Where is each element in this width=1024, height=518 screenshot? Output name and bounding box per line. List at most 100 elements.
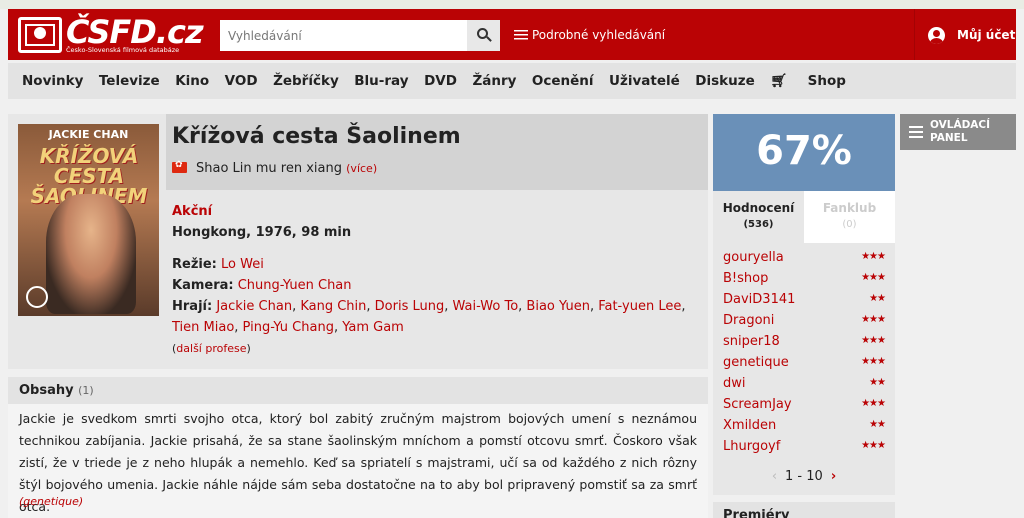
user-link[interactable]: genetique bbox=[723, 355, 789, 370]
pager-range: 1 - 10 bbox=[785, 469, 823, 484]
nav-item-dvd[interactable]: DVD bbox=[424, 73, 457, 89]
rating-row: B!shop ★★★ bbox=[723, 271, 886, 292]
control-panel-label: OVLÁDACÍ PANEL bbox=[930, 119, 991, 144]
nav-item-televize[interactable]: Televize bbox=[99, 73, 160, 89]
advanced-search-label: Podrobné vyhledávání bbox=[532, 28, 666, 42]
plot-author-link[interactable]: (genetique) bbox=[19, 495, 83, 508]
menu-icon bbox=[909, 126, 923, 138]
stars-icon: ★★★ bbox=[861, 251, 886, 262]
rating-row: dwi ★★ bbox=[723, 376, 886, 397]
user-link[interactable]: sniper18 bbox=[723, 334, 780, 349]
more-professions-link[interactable]: další profese bbox=[176, 342, 246, 355]
cast-link[interactable]: Jackie Chan bbox=[216, 299, 292, 314]
plot-count: (1) bbox=[78, 384, 94, 397]
movie-poster[interactable]: JACKIE CHAN KŘÍŽOVÁ CESTA ŠAOLINEM bbox=[18, 124, 159, 316]
camera-link[interactable]: Chung-Yuen Chan bbox=[238, 278, 352, 293]
account-label: Můj účet bbox=[957, 28, 1016, 42]
ratings-list: gouryella ★★★ B!shop ★★★ DaviD3141 ★★ Drago… bbox=[713, 243, 895, 495]
fanclub-count: (0) bbox=[842, 219, 857, 230]
more-titles-link[interactable]: (více) bbox=[346, 162, 377, 175]
rating-row: Lhurgoyf ★★★ bbox=[723, 439, 886, 460]
user-link[interactable]: DaviD3141 bbox=[723, 292, 795, 307]
tab-fanclub[interactable]: Fanklub (0) bbox=[804, 191, 895, 243]
account-button[interactable]: Můj účet bbox=[914, 9, 1016, 60]
original-title: Shao Lin mu ren xiang (více) bbox=[172, 160, 377, 176]
site-logo[interactable]: ČSFD.cz Česko-Slovenská filmová databáze bbox=[18, 13, 204, 55]
chevron-right-icon[interactable]: › bbox=[831, 469, 836, 484]
stars-icon: ★★ bbox=[869, 377, 886, 388]
rating-percent: 67% bbox=[756, 128, 852, 174]
origin-info: Hongkong, 1976, 98 min bbox=[172, 225, 352, 240]
tab-ratings[interactable]: Hodnocení (536) bbox=[713, 191, 804, 243]
plot-heading: Obsahy (1) bbox=[8, 377, 708, 404]
user-link[interactable]: dwi bbox=[723, 376, 746, 391]
stars-icon: ★★★ bbox=[861, 356, 886, 367]
user-link[interactable]: Dragoni bbox=[723, 313, 774, 328]
rating-row: ScreamJay ★★★ bbox=[723, 397, 886, 418]
nav-item-diskuze[interactable]: Diskuze bbox=[695, 73, 754, 89]
nav-item-novinky[interactable]: Novinky bbox=[22, 73, 83, 89]
stars-icon: ★★★ bbox=[861, 335, 886, 346]
cast-link[interactable]: Yam Gam bbox=[342, 320, 404, 335]
user-icon bbox=[928, 27, 945, 44]
nav-item-kino[interactable]: Kino bbox=[175, 73, 209, 89]
director-link[interactable]: Lo Wei bbox=[221, 257, 264, 272]
ratings-pager: ‹ 1 - 10 › bbox=[713, 469, 895, 484]
cast-link[interactable]: Fat-yuen Lee bbox=[598, 299, 681, 314]
logo-subtitle: Česko-Slovenská filmová databáze bbox=[66, 46, 180, 54]
premieres-heading: Premiéry bbox=[713, 502, 895, 518]
nav-item-zanry[interactable]: Žánry bbox=[472, 73, 516, 89]
rating-row: gouryella ★★★ bbox=[723, 250, 886, 271]
film-person-icon bbox=[18, 17, 62, 53]
crew-list: Režie: Lo Wei Kamera: Chung-Yuen Chan Hr… bbox=[172, 257, 686, 355]
user-link[interactable]: Xmilden bbox=[723, 418, 776, 433]
cast-link[interactable]: Tien Miao bbox=[172, 320, 234, 335]
advanced-search-link[interactable]: Podrobné vyhledávání bbox=[514, 28, 665, 42]
nav-item-bluray[interactable]: Blu-ray bbox=[354, 73, 408, 89]
main-nav: Novinky Televize Kino VOD Žebříčky Blu-r… bbox=[8, 63, 1016, 99]
cast-link[interactable]: Wai-Wo To bbox=[453, 299, 519, 314]
nav-item-zebricky[interactable]: Žebříčky bbox=[273, 73, 339, 89]
stars-icon: ★★★ bbox=[861, 398, 886, 409]
user-link[interactable]: ScreamJay bbox=[723, 397, 792, 412]
movie-card: JACKIE CHAN KŘÍŽOVÁ CESTA ŠAOLINEM Křížo… bbox=[8, 114, 708, 369]
stars-icon: ★★ bbox=[869, 293, 886, 304]
cast-link[interactable]: Doris Lung bbox=[375, 299, 445, 314]
cast-link[interactable]: Kang Chin bbox=[300, 299, 366, 314]
genre[interactable]: Akční bbox=[172, 204, 212, 219]
rating-row: genetique ★★★ bbox=[723, 355, 886, 376]
rating-tabs: Hodnocení (536) Fanklub (0) bbox=[713, 191, 895, 243]
rating-row: DaviD3141 ★★ bbox=[723, 292, 886, 313]
movie-title: Křížová cesta Šaolinem bbox=[172, 124, 461, 149]
rating-box: 67% bbox=[713, 114, 895, 191]
search-input[interactable] bbox=[220, 20, 465, 51]
chevron-left-icon[interactable]: ‹ bbox=[772, 469, 777, 484]
cast-link[interactable]: Biao Yuen bbox=[526, 299, 590, 314]
cart-icon: 🛒︎ bbox=[770, 73, 793, 89]
plot-section: Obsahy (1) Jackie je svedkom smrti svojh… bbox=[8, 377, 708, 518]
user-link[interactable]: B!shop bbox=[723, 271, 768, 286]
user-link[interactable]: Lhurgoyf bbox=[723, 439, 780, 454]
rating-row: Xmilden ★★ bbox=[723, 418, 886, 439]
nav-item-uzivatele[interactable]: Uživatelé bbox=[609, 73, 680, 89]
poster-figure bbox=[46, 194, 136, 314]
poster-seal bbox=[26, 286, 48, 308]
stars-icon: ★★★ bbox=[861, 440, 886, 451]
top-strip bbox=[0, 0, 1024, 9]
user-link[interactable]: gouryella bbox=[723, 250, 784, 265]
poster-actor: JACKIE CHAN bbox=[48, 128, 129, 141]
nav-item-oceneni[interactable]: Ocenění bbox=[532, 73, 594, 89]
nav-item-vod[interactable]: VOD bbox=[225, 73, 258, 89]
rating-row: Dragoni ★★★ bbox=[723, 313, 886, 334]
search-box bbox=[220, 20, 500, 51]
site-header: ČSFD.cz Česko-Slovenská filmová databáze… bbox=[8, 9, 1016, 60]
stars-icon: ★★★ bbox=[861, 314, 886, 325]
control-panel-button[interactable]: OVLÁDACÍ PANEL bbox=[900, 114, 1016, 150]
search-button[interactable] bbox=[467, 20, 500, 51]
sliders-icon bbox=[514, 29, 528, 40]
nav-item-shop[interactable]: 🛒︎ Shop bbox=[770, 73, 861, 89]
ratings-count: (536) bbox=[743, 219, 774, 230]
cast-link[interactable]: Ping-Yu Chang bbox=[243, 320, 334, 335]
plot-text: Jackie je svedkom smrti svojho otca, kto… bbox=[19, 411, 697, 514]
china-flag-icon bbox=[172, 160, 187, 173]
